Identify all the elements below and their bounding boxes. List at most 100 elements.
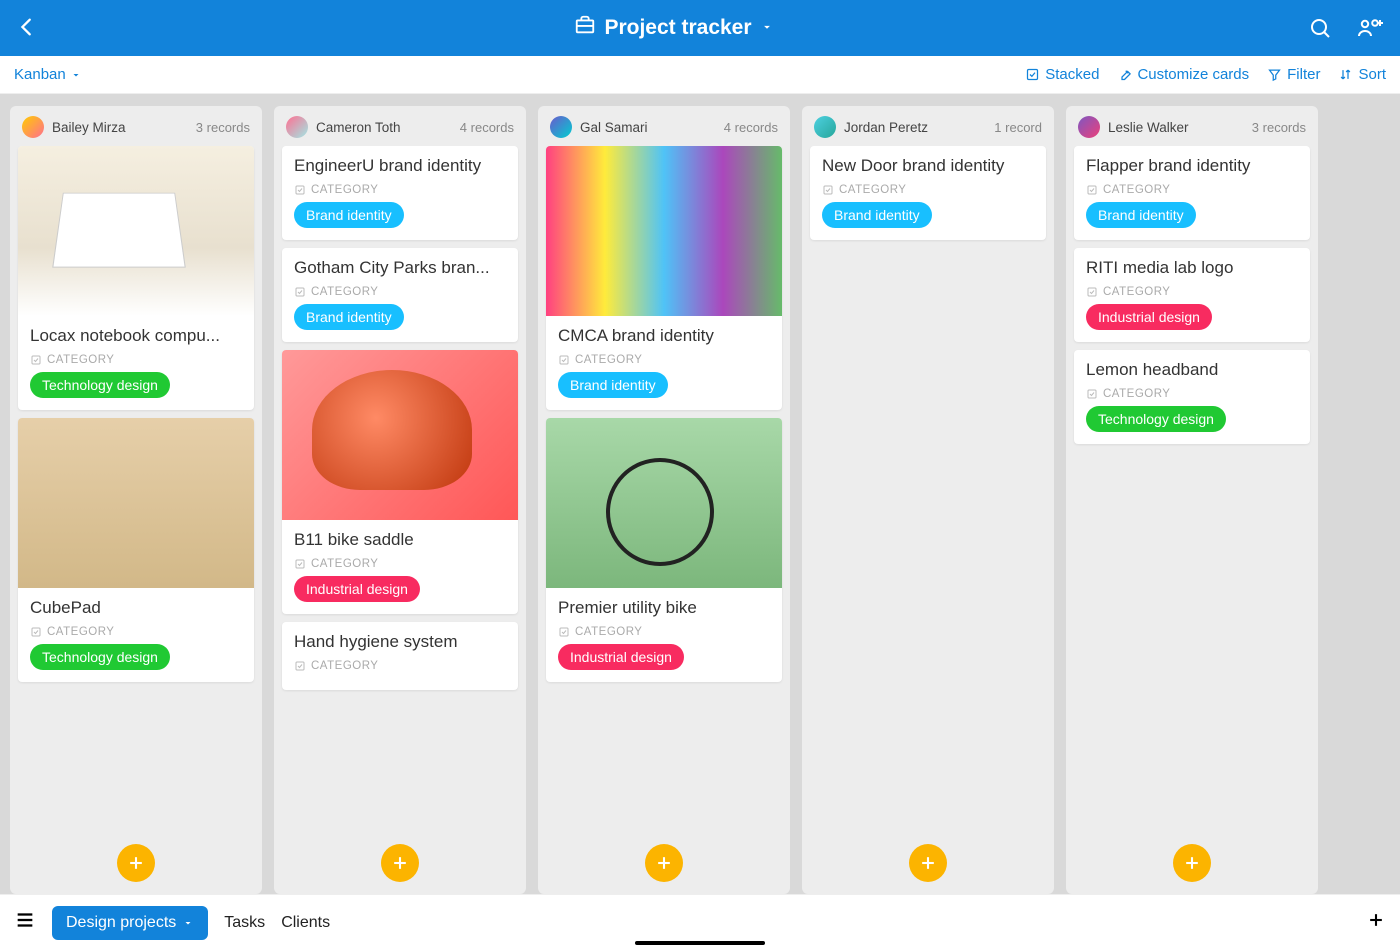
category-tag: Industrial design	[558, 644, 684, 670]
card-body: CubePadCATEGORYTechnology design	[18, 588, 254, 682]
avatar	[814, 116, 836, 138]
add-record-button[interactable]	[645, 844, 683, 882]
card-image	[282, 350, 518, 520]
record-count: 3 records	[1252, 120, 1306, 135]
customize-cards-button[interactable]: Customize cards	[1117, 66, 1249, 83]
record-card[interactable]: EngineerU brand identityCATEGORYBrand id…	[282, 146, 518, 240]
tab-tasks[interactable]: Tasks	[224, 914, 265, 932]
category-tag: Technology design	[30, 372, 170, 398]
category-tag: Technology design	[30, 644, 170, 670]
menu-button[interactable]	[14, 909, 36, 936]
field-label: CATEGORY	[294, 184, 506, 196]
field-label: CATEGORY	[1086, 286, 1298, 298]
view-name-label: Kanban	[14, 66, 66, 83]
record-count: 4 records	[724, 120, 778, 135]
view-switcher[interactable]: Kanban	[14, 66, 82, 83]
field-label: CATEGORY	[1086, 388, 1298, 400]
avatar	[550, 116, 572, 138]
column-cards: New Door brand identityCATEGORYBrand ide…	[802, 146, 1054, 834]
card-title: B11 bike saddle	[294, 530, 506, 550]
add-table-button[interactable]	[1366, 910, 1386, 936]
card-title: Premier utility bike	[558, 598, 770, 618]
card-body: Premier utility bike CATEGORY Industrial d…	[546, 588, 782, 682]
card-body: CMCA brand identity CATEGORY Brand identit…	[546, 316, 782, 410]
record-card[interactable]: New Door brand identityCATEGORYBrand ide…	[810, 146, 1046, 240]
field-label: CATEGORY	[1086, 184, 1298, 196]
column-header[interactable]: Bailey Mirza 3 records	[10, 106, 262, 146]
record-count: 3 records	[196, 120, 250, 135]
card-title: RITI media lab logo	[1086, 258, 1298, 278]
category-tag: Brand identity	[558, 372, 668, 398]
card-body: Flapper brand identity CATEGORY Brand iden…	[1074, 146, 1310, 240]
column-header[interactable]: Jordan Peretz1 record	[802, 106, 1054, 146]
add-record-button[interactable]	[909, 844, 947, 882]
card-title: Flapper brand identity	[1086, 156, 1298, 176]
filter-button[interactable]: Filter	[1267, 66, 1320, 83]
stacked-toggle[interactable]: Stacked	[1025, 66, 1099, 83]
card-body: RITI media lab logo CATEGORY Industrial de…	[1074, 248, 1310, 342]
kanban-column: Leslie Walker 3 records Flapper brand iden…	[1066, 106, 1318, 894]
home-indicator	[635, 941, 765, 945]
record-card[interactable]: Gotham City Parks bran...CATEGORYBrand i…	[282, 248, 518, 342]
record-card[interactable]: Flapper brand identity CATEGORY Brand iden…	[1074, 146, 1310, 240]
tab-clients[interactable]: Clients	[281, 914, 330, 932]
column-cards: Flapper brand identity CATEGORY Brand iden…	[1066, 146, 1318, 834]
add-record-button[interactable]	[1173, 844, 1211, 882]
field-label: CATEGORY	[30, 354, 242, 366]
card-body: B11 bike saddleCATEGORYIndustrial design	[282, 520, 518, 614]
field-label: CATEGORY	[558, 626, 770, 638]
record-count: 4 records	[460, 120, 514, 135]
column-cards: Locax notebook compu... CATEGORY Technolog…	[10, 146, 262, 834]
search-button[interactable]	[1308, 16, 1332, 40]
add-record-wrap	[538, 834, 790, 894]
record-card[interactable]: CubePadCATEGORYTechnology design	[18, 418, 254, 682]
card-body: Lemon headbandCATEGORYTechnology design	[1074, 350, 1310, 444]
record-card[interactable]: B11 bike saddleCATEGORYIndustrial design	[282, 350, 518, 614]
field-label: CATEGORY	[558, 354, 770, 366]
avatar	[22, 116, 44, 138]
category-tag: Brand identity	[1086, 202, 1196, 228]
card-image	[18, 418, 254, 588]
chevron-down-icon	[760, 16, 774, 40]
avatar	[1078, 116, 1100, 138]
share-button[interactable]	[1356, 16, 1384, 40]
tab-active[interactable]: Design projects	[52, 906, 208, 940]
column-name: Bailey Mirza	[52, 120, 188, 135]
card-title: Lemon headband	[1086, 360, 1298, 380]
add-record-wrap	[1066, 834, 1318, 894]
column-name: Leslie Walker	[1108, 120, 1244, 135]
record-card[interactable]: CMCA brand identity CATEGORY Brand identit…	[546, 146, 782, 410]
card-title: Hand hygiene system	[294, 632, 506, 652]
kanban-board[interactable]: Bailey Mirza 3 records Locax notebook comp…	[0, 94, 1400, 894]
column-name: Jordan Peretz	[844, 120, 986, 135]
card-title: CMCA brand identity	[558, 326, 770, 346]
column-name: Cameron Toth	[316, 120, 452, 135]
card-title: Locax notebook compu...	[30, 326, 242, 346]
add-record-button[interactable]	[381, 844, 419, 882]
record-card[interactable]: Hand hygiene systemCATEGORY	[282, 622, 518, 690]
field-label: CATEGORY	[294, 286, 506, 298]
record-card[interactable]: Locax notebook compu... CATEGORY Technolog…	[18, 146, 254, 410]
base-title: Project tracker	[604, 16, 751, 40]
card-body: Gotham City Parks bran...CATEGORYBrand i…	[282, 248, 518, 342]
field-label: CATEGORY	[30, 626, 242, 638]
add-record-button[interactable]	[117, 844, 155, 882]
kanban-column: Jordan Peretz1 recordNew Door brand iden…	[802, 106, 1054, 894]
record-card[interactable]: RITI media lab logo CATEGORY Industrial de…	[1074, 248, 1310, 342]
column-header[interactable]: Leslie Walker 3 records	[1066, 106, 1318, 146]
briefcase-icon	[574, 14, 596, 42]
column-name: Gal Samari	[580, 120, 716, 135]
sort-button[interactable]: Sort	[1338, 66, 1386, 83]
base-title-dropdown[interactable]: Project tracker	[40, 14, 1308, 42]
column-header[interactable]: Cameron Toth 4 records	[274, 106, 526, 146]
column-cards: CMCA brand identity CATEGORY Brand identit…	[538, 146, 790, 834]
kanban-column: Gal Samari 4 records CMCA brand identity CA…	[538, 106, 790, 894]
card-image	[18, 146, 254, 316]
kanban-column: Bailey Mirza 3 records Locax notebook comp…	[10, 106, 262, 894]
record-card[interactable]: Premier utility bike CATEGORY Industrial d…	[546, 418, 782, 682]
back-button[interactable]	[16, 16, 40, 40]
column-header[interactable]: Gal Samari 4 records	[538, 106, 790, 146]
category-tag: Industrial design	[1086, 304, 1212, 330]
record-card[interactable]: Lemon headbandCATEGORYTechnology design	[1074, 350, 1310, 444]
avatar	[286, 116, 308, 138]
